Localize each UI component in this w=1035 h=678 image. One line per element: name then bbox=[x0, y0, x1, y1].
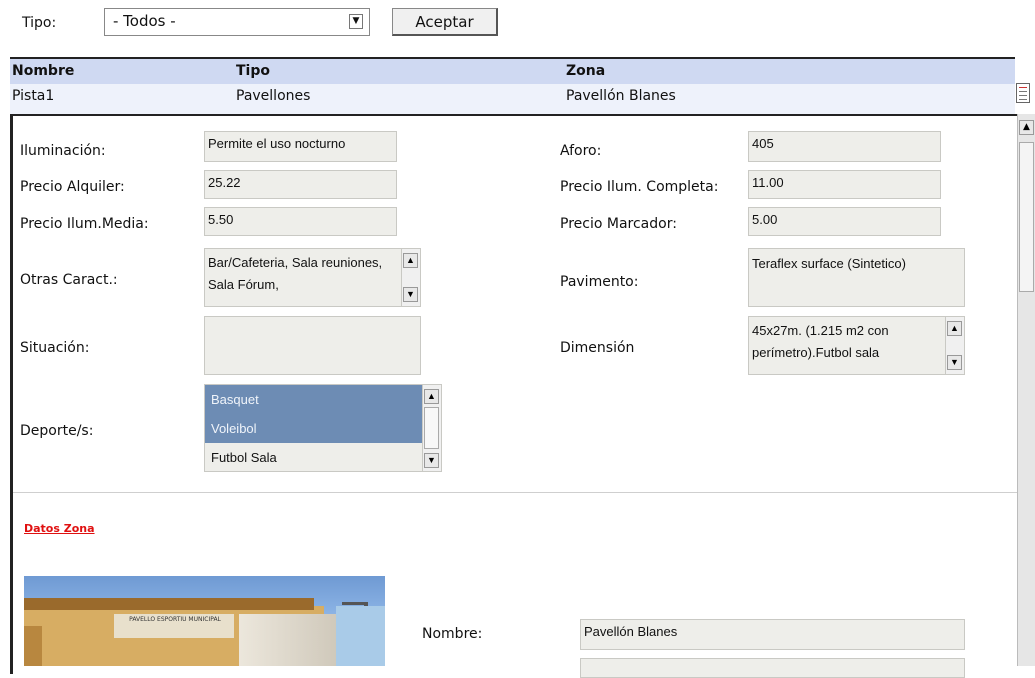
pavimento-label: Pavimento: bbox=[560, 274, 639, 290]
pavimento-field[interactable]: Teraflex surface (Sintetico) bbox=[748, 248, 965, 307]
deportes-listbox[interactable]: Basquet Voleibol Futbol Sala ▲ ▼ bbox=[204, 384, 442, 472]
tipo-select-value: - Todos - bbox=[113, 12, 176, 30]
list-item[interactable]: Basquet bbox=[205, 385, 441, 414]
iluminacion-field[interactable]: Permite el uso nocturno bbox=[204, 131, 397, 162]
document-icon[interactable] bbox=[1016, 83, 1030, 103]
arrow-down-icon[interactable]: ▼ bbox=[403, 287, 418, 302]
row-zona: Pavellón Blanes bbox=[566, 88, 676, 104]
column-header-tipo[interactable]: Tipo bbox=[236, 63, 270, 79]
arrow-up-icon[interactable]: ▲ bbox=[1019, 120, 1034, 135]
zona-next-field[interactable] bbox=[580, 658, 965, 678]
table-row[interactable]: Pista1 Pavellones Pavellón Blanes bbox=[10, 83, 1030, 114]
precio-ilum-completa-label: Precio Ilum. Completa: bbox=[560, 179, 719, 195]
otras-caract-field[interactable]: Bar/Cafeteria, Sala reuniones, Sala Fóru… bbox=[204, 248, 421, 307]
deportes-scrollbar[interactable]: ▲ ▼ bbox=[422, 385, 441, 471]
datos-zona-title[interactable]: Datos Zona bbox=[24, 522, 95, 535]
precio-ilum-media-field[interactable]: 5.50 bbox=[204, 207, 397, 236]
precio-alquiler-label: Precio Alquiler: bbox=[20, 179, 125, 195]
section-divider bbox=[13, 492, 1017, 493]
iluminacion-label: Iluminación: bbox=[20, 143, 106, 159]
aforo-field[interactable]: 405 bbox=[748, 131, 941, 162]
precio-marcador-field[interactable]: 5.00 bbox=[748, 207, 941, 236]
zona-photo: PAVELLO ESPORTIU MUNICIPAL bbox=[24, 576, 385, 666]
scrollbar-thumb[interactable] bbox=[1019, 142, 1034, 292]
tipo-label: Tipo: bbox=[22, 15, 57, 31]
row-tipo: Pavellones bbox=[236, 88, 311, 104]
precio-ilum-completa-field[interactable]: 11.00 bbox=[748, 170, 941, 199]
deportes-label: Deporte/s: bbox=[20, 423, 94, 439]
arrow-up-icon[interactable]: ▲ bbox=[403, 253, 418, 268]
dimension-field[interactable]: 45x27m. (1.215 m2 con perímetro).Futbol … bbox=[748, 316, 965, 375]
row-nombre: Pista1 bbox=[12, 88, 55, 104]
list-item[interactable]: Voleibol bbox=[205, 414, 441, 443]
arrow-up-icon[interactable]: ▲ bbox=[947, 321, 962, 336]
column-header-zona[interactable]: Zona bbox=[566, 63, 605, 79]
otras-caract-scrollbar[interactable]: ▲ ▼ bbox=[401, 249, 420, 306]
zona-nombre-field[interactable]: Pavellón Blanes bbox=[580, 619, 965, 650]
precio-alquiler-field[interactable]: 25.22 bbox=[204, 170, 397, 199]
grid-header: Nombre Tipo Zona bbox=[10, 57, 1015, 84]
dimension-scrollbar[interactable]: ▲ ▼ bbox=[945, 317, 964, 374]
chevron-down-icon[interactable]: ▼ bbox=[349, 14, 363, 29]
arrow-down-icon[interactable]: ▼ bbox=[947, 355, 962, 370]
aforo-label: Aforo: bbox=[560, 143, 602, 159]
photo-sign: PAVELLO ESPORTIU MUNICIPAL bbox=[129, 616, 221, 623]
otras-caract-text: Bar/Cafeteria, Sala reuniones, Sala Fóru… bbox=[208, 255, 383, 292]
situacion-label: Situación: bbox=[20, 340, 90, 356]
zona-nombre-label: Nombre: bbox=[422, 626, 483, 642]
precio-ilum-media-label: Precio Ilum.Media: bbox=[20, 216, 149, 232]
arrow-down-icon[interactable]: ▼ bbox=[424, 453, 439, 468]
otras-caract-label: Otras Caract.: bbox=[20, 272, 118, 288]
list-item[interactable]: Futbol Sala bbox=[205, 443, 441, 471]
arrow-up-icon[interactable]: ▲ bbox=[424, 389, 439, 404]
situacion-field[interactable] bbox=[204, 316, 421, 375]
precio-marcador-label: Precio Marcador: bbox=[560, 216, 677, 232]
aceptar-button[interactable]: Aceptar bbox=[392, 8, 498, 36]
detail-scrollbar[interactable]: ▲ bbox=[1017, 114, 1035, 666]
scrollbar-thumb[interactable] bbox=[424, 407, 439, 449]
tipo-select[interactable]: - Todos - ▼ bbox=[104, 8, 370, 36]
dimension-label: Dimensión bbox=[560, 340, 635, 356]
column-header-nombre[interactable]: Nombre bbox=[12, 63, 74, 79]
dimension-text: 45x27m. (1.215 m2 con perímetro).Futbol … bbox=[752, 323, 889, 360]
